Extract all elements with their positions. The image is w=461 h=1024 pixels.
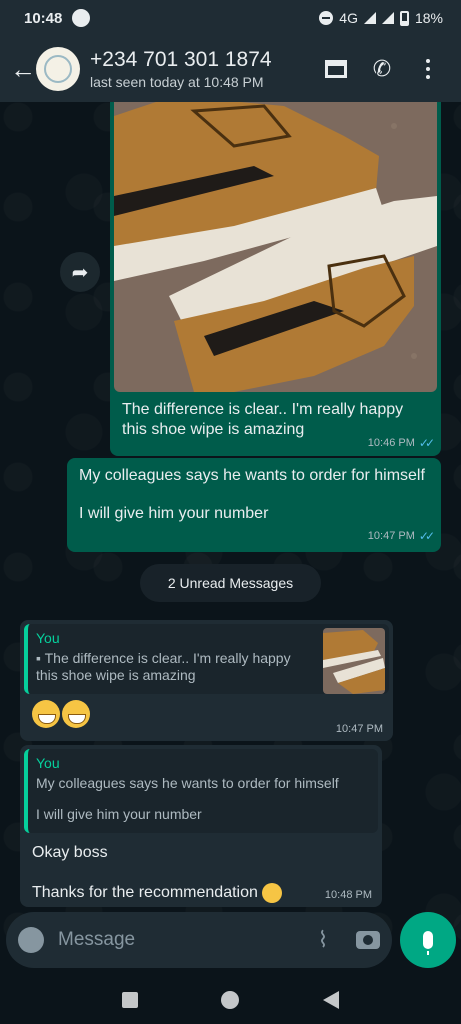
contact-name: +234 701 301 1874 <box>90 48 272 71</box>
quoted-message[interactable]: You ▪ The difference is clear.. I'm real… <box>24 624 389 694</box>
message-input[interactable] <box>58 929 312 951</box>
shop-icon <box>325 60 347 78</box>
message-line: My colleagues says he wants to order for… <box>79 467 425 484</box>
grinning-face-icon <box>62 700 90 728</box>
quote-author: You <box>36 630 60 646</box>
back-button[interactable] <box>323 991 340 1009</box>
line-spacer <box>79 486 429 504</box>
avatar-logo <box>44 55 72 83</box>
message-time: 10:47 PM <box>335 723 383 735</box>
message-time: 10:48 PM <box>324 889 372 901</box>
quote-thumbnail <box>323 628 385 694</box>
forward-button[interactable]: ➦ <box>60 252 100 292</box>
shoe-photo[interactable] <box>114 102 437 392</box>
whatsapp-chat-screen: 10:48 4G 18% ← +234 701 301 1874 last se… <box>0 0 461 1024</box>
shop-button[interactable] <box>313 46 359 92</box>
add-call-button[interactable]: ✆ <box>359 46 405 92</box>
message-meta: 10:48 PM <box>325 889 372 901</box>
add-call-icon: ✆ <box>372 56 392 81</box>
message-line: I will give him your number <box>79 505 269 522</box>
message-text: Okay boss <box>32 844 108 861</box>
quote-text: ▪ The difference is clear.. I'm really h… <box>36 650 313 684</box>
image-caption: The difference is clear.. I'm really hap… <box>122 401 404 438</box>
voice-message-button[interactable] <box>400 912 456 968</box>
grinning-face-icon <box>32 700 60 728</box>
photo-icon: ▪ <box>36 650 45 666</box>
status-time: 10:48 <box>24 9 63 27</box>
mic-icon <box>423 931 433 955</box>
status-indicators: 4G 18% <box>319 10 443 26</box>
emoji-row <box>24 694 389 728</box>
message-list[interactable]: ➦ The difference is clear.. I'm really h… <box>0 102 461 912</box>
more-options-icon <box>426 59 430 79</box>
forward-icon: ➦ <box>71 261 89 284</box>
last-seen-status: last seen today at 10:48 PM <box>90 74 264 90</box>
text-message-bubble[interactable]: My colleagues says he wants to order for… <box>67 458 441 552</box>
whatsapp-notification-icon <box>72 9 91 27</box>
recents-button[interactable] <box>121 992 138 1008</box>
message-meta: 10:47 PM ✓✓ <box>367 526 435 546</box>
status-bar: 10:48 4G 18% <box>0 0 461 36</box>
chat-header: ← +234 701 301 1874 last seen today at 1… <box>0 36 461 102</box>
camera-icon[interactable] <box>356 931 380 949</box>
system-navigation-bar <box>0 976 461 1024</box>
home-button[interactable] <box>221 991 240 1009</box>
quote-text-value: The difference is clear.. I'm really hap… <box>36 650 291 683</box>
message-time: 10:47 PM <box>367 530 415 542</box>
contact-info[interactable]: +234 701 301 1874 last seen today at 10:… <box>90 48 313 90</box>
image-message-bubble[interactable]: The difference is clear.. I'm really hap… <box>110 102 441 456</box>
more-options-button[interactable] <box>405 46 451 92</box>
line-spacer <box>24 863 378 883</box>
smiling-face-icon <box>261 883 282 903</box>
emoji-icon[interactable] <box>18 927 44 953</box>
reply-message-bubble[interactable]: You My colleagues says he wants to order… <box>20 745 382 907</box>
signal-icon-2 <box>381 12 394 24</box>
unread-messages-divider: 2 Unread Messages <box>140 564 321 602</box>
quote-author: You <box>36 755 60 771</box>
quote-line: I will give him your number <box>36 806 202 822</box>
message-meta: 10:47 PM <box>336 723 383 735</box>
message-text: Thanks for the recommendation <box>32 884 258 902</box>
line-spacer <box>36 792 370 806</box>
read-ticks-icon: ✓✓ <box>418 529 435 543</box>
network-type: 4G <box>339 10 358 26</box>
signal-icon <box>363 12 376 24</box>
avatar[interactable] <box>36 47 80 91</box>
message-composer: ⌇ <box>6 912 392 968</box>
quoted-message[interactable]: You My colleagues says he wants to order… <box>24 749 378 833</box>
do-not-disturb-icon <box>319 11 334 25</box>
back-arrow-icon[interactable]: ← <box>10 54 36 85</box>
quote-line: My colleagues says he wants to order for… <box>36 775 339 791</box>
reply-message-bubble[interactable]: You ▪ The difference is clear.. I'm real… <box>20 620 393 741</box>
attach-icon[interactable]: ⌇ <box>312 927 334 952</box>
message-meta: 10:46 PM ✓✓ <box>367 436 435 450</box>
battery-icon <box>399 10 409 26</box>
battery-level: 18% <box>414 10 443 26</box>
message-time: 10:46 PM <box>367 437 415 449</box>
read-ticks-icon: ✓✓ <box>418 436 435 450</box>
